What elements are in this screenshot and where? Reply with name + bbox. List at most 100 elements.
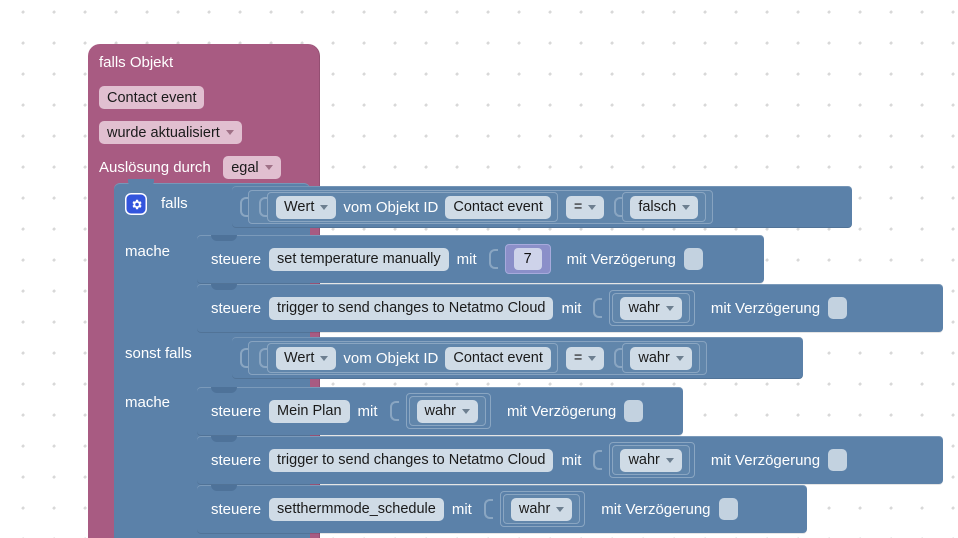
if-label: falls xyxy=(161,195,188,212)
delay-label: mit Verzögerung xyxy=(601,500,711,518)
boolean-block[interactable]: wahr xyxy=(612,445,690,475)
get-value-block-2[interactable]: Wert vom Objekt ID Contact event xyxy=(267,343,558,373)
with-word: mit xyxy=(451,500,472,518)
object-id-field-2[interactable]: Contact event xyxy=(445,346,551,370)
chevron-down-icon xyxy=(461,408,470,414)
from-object-label-1: vom Objekt ID xyxy=(343,198,439,216)
boolean-dropdown-label: wahr xyxy=(628,452,660,468)
boolean-block[interactable]: wahr xyxy=(408,396,486,426)
delay-label: mit Verzögerung xyxy=(566,250,676,268)
event-block-title: falls Objekt xyxy=(99,54,174,71)
chevron-down-icon xyxy=(665,305,674,311)
value-plug xyxy=(488,249,498,269)
boolean-dropdown[interactable]: wahr xyxy=(416,399,478,423)
statement-block-else-2[interactable]: steuere trigger to send changes to Netat… xyxy=(197,436,943,484)
elseif-condition-row-2: Wert vom Objekt ID Contact event = wahr xyxy=(232,337,803,379)
delay-checkbox[interactable] xyxy=(828,449,848,471)
statement-block-then-1[interactable]: steuere set temperature manually mit 7 m… xyxy=(197,235,764,283)
boolean-socket[interactable]: wahr xyxy=(609,290,695,326)
boolean-socket[interactable]: wahr xyxy=(499,491,586,527)
event-state-dropdown[interactable]: wurde aktualisiert xyxy=(99,121,242,144)
target-field[interactable]: trigger to send changes to Netatmo Cloud xyxy=(269,448,554,472)
event-object-field[interactable]: Contact event xyxy=(99,86,205,109)
with-word: mit xyxy=(561,451,582,469)
event-object-row: Contact event xyxy=(99,86,205,109)
chevron-down-icon xyxy=(320,355,329,361)
chevron-down-icon xyxy=(665,457,674,463)
boolean-dropdown-label: falsch xyxy=(638,199,677,215)
boolean-block-2[interactable]: wahr xyxy=(622,343,700,373)
operator-dropdown-2[interactable]: = xyxy=(565,346,605,370)
delay-checkbox[interactable] xyxy=(828,297,848,319)
operator-label: = xyxy=(573,199,583,215)
chevron-down-icon xyxy=(682,204,691,210)
boolean-block[interactable]: wahr xyxy=(502,494,581,524)
delay-checkbox[interactable] xyxy=(718,498,738,520)
statement-block-else-1[interactable]: steuere Mein Plan mit wahr mit Verzögeru… xyxy=(197,387,683,435)
boolean-dropdown-2[interactable]: wahr xyxy=(630,346,692,370)
do-label-2: mache xyxy=(125,394,171,411)
boolean-dropdown-label: wahr xyxy=(628,300,660,316)
operator-label: = xyxy=(573,350,583,366)
gear-icon[interactable] xyxy=(125,193,147,215)
delay-checkbox[interactable] xyxy=(624,400,644,422)
event-trigger-label: Auslösung durch xyxy=(99,159,211,176)
boolean-dropdown-label: wahr xyxy=(424,403,456,419)
operator-dropdown-1[interactable]: = xyxy=(565,195,605,219)
boolean-dropdown-label: wahr xyxy=(518,501,551,517)
boolean-socket[interactable]: wahr xyxy=(609,442,695,478)
control-word: steuere xyxy=(211,250,262,268)
boolean-dropdown[interactable]: wahr xyxy=(620,448,682,472)
chevron-down-icon xyxy=(320,204,329,210)
number-block[interactable]: 7 xyxy=(504,244,551,274)
target-field[interactable]: trigger to send changes to Netatmo Cloud xyxy=(269,296,554,320)
from-object-label-2: vom Objekt ID xyxy=(343,349,439,367)
target-field[interactable]: Mein Plan xyxy=(269,399,350,423)
get-value-block-1[interactable]: Wert vom Objekt ID Contact event xyxy=(267,192,558,222)
block-top-notch xyxy=(128,179,154,187)
control-word: steuere xyxy=(211,402,262,420)
number-field[interactable]: 7 xyxy=(513,248,542,270)
value-plug xyxy=(593,298,603,318)
delay-label: mit Verzögerung xyxy=(710,451,821,469)
chevron-down-icon xyxy=(556,506,565,512)
control-word: steuere xyxy=(211,451,262,469)
value-type-dropdown-1[interactable]: Wert xyxy=(276,195,337,219)
boolean-block[interactable]: wahr xyxy=(612,293,690,323)
value-type-dropdown-label: Wert xyxy=(284,350,315,366)
elseif-label: sonst falls xyxy=(125,345,192,362)
boolean-block-1[interactable]: falsch xyxy=(622,192,707,222)
comparison-block-2[interactable]: Wert vom Objekt ID Contact event = wahr xyxy=(248,341,707,375)
target-field[interactable]: setthermmode_schedule xyxy=(269,497,444,521)
value-type-dropdown-label: Wert xyxy=(284,199,315,215)
control-word: steuere xyxy=(211,299,262,317)
chevron-down-icon xyxy=(588,355,597,361)
do-label-1: mache xyxy=(125,243,171,260)
chevron-down-icon xyxy=(675,355,684,361)
event-state-dropdown-label: wurde aktualisiert xyxy=(107,124,220,141)
delay-label: mit Verzögerung xyxy=(710,299,821,317)
boolean-dropdown[interactable]: wahr xyxy=(620,296,682,320)
boolean-dropdown[interactable]: wahr xyxy=(510,497,573,521)
control-word: steuere xyxy=(211,500,262,518)
value-plug xyxy=(389,401,399,421)
boolean-dropdown-label: wahr xyxy=(638,350,670,366)
with-word: mit xyxy=(561,299,582,317)
chevron-down-icon xyxy=(225,130,234,135)
target-field[interactable]: set temperature manually xyxy=(269,247,449,271)
delay-checkbox[interactable] xyxy=(683,248,703,270)
boolean-socket[interactable]: wahr xyxy=(405,393,491,429)
event-state-row: wurde aktualisiert xyxy=(99,121,242,144)
value-plug xyxy=(483,499,493,519)
boolean-dropdown-1[interactable]: falsch xyxy=(630,195,699,219)
statement-block-then-2[interactable]: steuere trigger to send changes to Netat… xyxy=(197,284,943,332)
value-type-dropdown-2[interactable]: Wert xyxy=(276,346,337,370)
blockly-workspace[interactable]: falls Objekt Contact event wurde aktuali… xyxy=(0,0,958,538)
with-word: mit xyxy=(357,402,378,420)
comparison-block-1[interactable]: Wert vom Objekt ID Contact event = falsc… xyxy=(248,190,714,224)
statement-block-else-3[interactable]: steuere setthermmode_schedule mit wahr m… xyxy=(197,485,807,533)
event-trigger-dropdown[interactable]: egal xyxy=(223,156,281,179)
object-id-field-1[interactable]: Contact event xyxy=(445,195,551,219)
with-word: mit xyxy=(456,250,477,268)
event-trigger-row: Auslösung durch egal xyxy=(99,156,281,179)
